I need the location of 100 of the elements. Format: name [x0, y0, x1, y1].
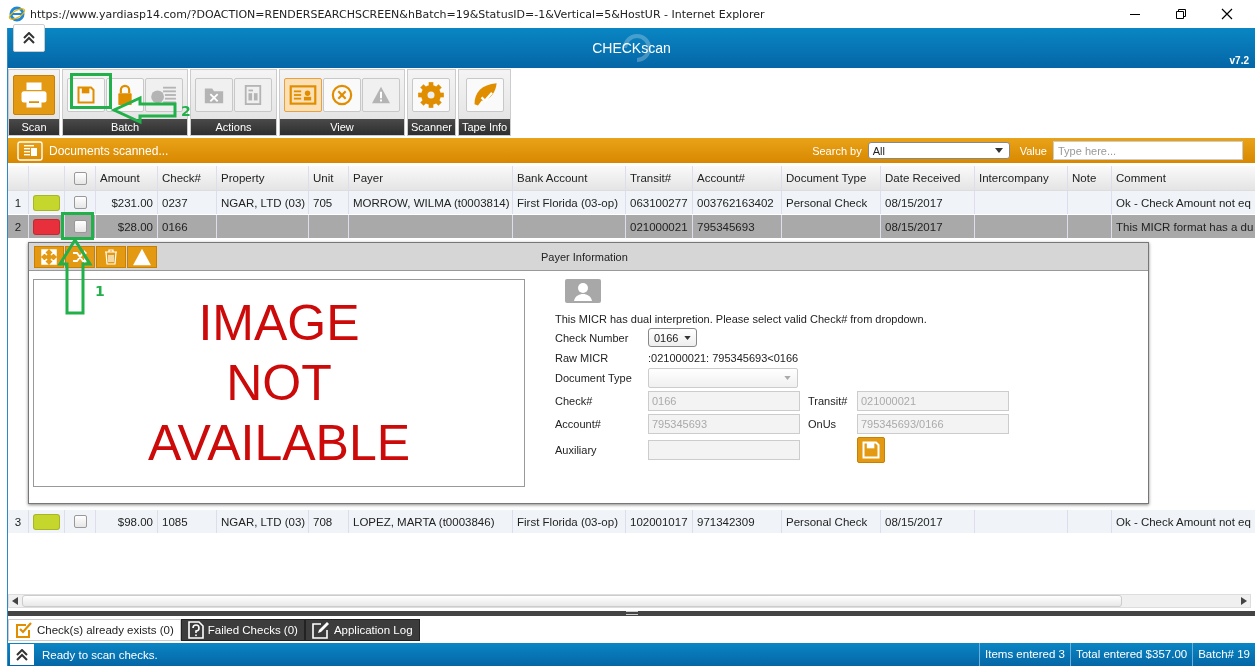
group-label: Scanner: [408, 119, 455, 135]
column-header[interactable]: Intercompany: [974, 166, 1067, 190]
group-label: Batch: [63, 119, 187, 135]
double-chevron-up-icon: [15, 648, 29, 661]
table-cell: Personal Check: [781, 191, 880, 214]
field-label: Account#: [555, 418, 602, 430]
collapse-button[interactable]: [13, 24, 45, 52]
table-cell: 003762163402: [692, 191, 781, 214]
warning-button[interactable]: [127, 245, 157, 268]
table-cell: LOPEZ, MARTA (t0003846): [348, 510, 512, 533]
column-header[interactable]: Note: [1067, 166, 1111, 190]
gear-button[interactable]: [412, 77, 451, 112]
leaf-button[interactable]: [465, 77, 504, 112]
bottom-tab[interactable]: Failed Checks (0): [180, 619, 305, 641]
annotation-number: 2: [181, 103, 191, 119]
gear-icon: [417, 80, 446, 109]
table-cell: First Florida (03-op): [512, 191, 625, 214]
status-item: Total entered $357.00: [1069, 643, 1193, 666]
table-row[interactable]: 1 $231.00 0237 NGAR, LTD (03) 705 MORROW, WILMA (t0003814) First Florida (03-op) 063100277 003762163402 Personal Check 08/15/2017 Ok - Check Amount not eq: [8, 191, 1255, 215]
column-header[interactable]: Unit: [308, 166, 348, 190]
annotation-number: 1: [95, 283, 105, 299]
table-cell: 021000021: [625, 215, 692, 238]
field-label: Check#: [555, 395, 594, 407]
field-label: OnUs: [807, 418, 838, 430]
check-number-dropdown[interactable]: 0166: [648, 328, 698, 347]
checkbox[interactable]: [73, 515, 87, 528]
close-icon[interactable]: [1221, 8, 1233, 20]
expand-icon: [41, 248, 57, 265]
delete-button[interactable]: [96, 245, 126, 268]
column-header[interactable]: Account#: [692, 166, 781, 190]
table-cell: $98.00: [95, 510, 157, 533]
splitter-grip-icon[interactable]: [625, 611, 638, 616]
x-circle-button[interactable]: [323, 77, 361, 112]
annotation-frame: [70, 73, 112, 109]
save-icon: [861, 440, 881, 460]
table-cell: Ok - Check Amount not eq: [1111, 191, 1255, 214]
search-by-dropdown[interactable]: All: [867, 142, 1010, 159]
checkbox[interactable]: [73, 196, 87, 209]
search-by-label: Search by: [812, 144, 862, 157]
column-header[interactable]: Check#: [157, 166, 216, 190]
table-cell: 0237: [157, 191, 216, 214]
column-header[interactable]: Transit#: [625, 166, 692, 190]
info-message: This MICR has dual interpretion. Please select valid Check# from dropdown.: [555, 313, 928, 325]
table-row[interactable]: 2 $28.00 0166 021000021 795345693 08/15/2017 This MICR format has a du: [8, 215, 1255, 239]
document-type-dropdown[interactable]: [648, 368, 798, 388]
table-row[interactable]: 3 $98.00 1085 NGAR, LTD (03) 708 LOPEZ, MARTA (t0003846) First Florida (03-op) 102001017 971342309 Personal Check 08/15/2017 Ok - Check Amount not eq: [8, 510, 1255, 534]
table-cell: First Florida (03-op): [512, 510, 625, 533]
column-header[interactable]: Date Received: [880, 166, 974, 190]
checkbox[interactable]: [73, 220, 87, 233]
column-header[interactable]: Bank Account: [512, 166, 625, 190]
checked-box-icon: [15, 621, 33, 639]
dropdown-arrow-icon: [784, 376, 791, 380]
edit-icon: [311, 621, 330, 639]
horizontal-scrollbar[interactable]: [8, 594, 1251, 608]
table-cell: 08/15/2017: [880, 510, 974, 533]
status-message: Ready to scan checks.: [41, 648, 158, 661]
bottom-tab[interactable]: Application Log: [304, 619, 420, 641]
table-cell: NGAR, LTD (03): [216, 191, 308, 214]
group-label: Actions: [191, 119, 276, 135]
warning-icon: [132, 247, 152, 266]
table-cell: 971342309: [692, 510, 781, 533]
bottom-tab[interactable]: Check(s) already exists (0): [8, 619, 181, 641]
table-cell: $231.00: [95, 191, 157, 214]
value-label: Value: [1019, 144, 1047, 157]
column-header[interactable]: Comment: [1111, 166, 1255, 190]
id-card-icon: [289, 84, 317, 105]
scroll-left-icon[interactable]: [12, 597, 18, 605]
table-cell: 705: [308, 191, 348, 214]
table-cell: 0166: [157, 215, 216, 238]
restore-icon[interactable]: [1175, 8, 1187, 20]
expand-button[interactable]: [10, 644, 34, 665]
printer-button[interactable]: [13, 74, 55, 115]
save-button[interactable]: [67, 77, 105, 112]
column-header[interactable]: Amount: [95, 166, 157, 190]
table-cell: 08/15/2017: [880, 191, 974, 214]
column-header[interactable]: Document Type: [781, 166, 880, 190]
documents-title: Documents scanned...: [49, 143, 169, 158]
table-cell: 08/15/2017: [880, 215, 974, 238]
column-header[interactable]: Payer: [348, 166, 512, 190]
document-icon: [243, 83, 263, 106]
image-unavailable-text: IMAGE NOT AVAILABLE: [147, 294, 411, 473]
column-header[interactable]: Property: [216, 166, 308, 190]
table-cell: MORROW, WILMA (t0003814): [348, 191, 512, 214]
documents-icon: [17, 140, 43, 161]
panel-title: Payer Information: [541, 250, 628, 263]
field-label: Document Type: [555, 372, 632, 384]
question-document-icon: [187, 621, 204, 639]
table-cell: 063100277: [625, 191, 692, 214]
table-cell: Ok - Check Amount not eq: [1111, 510, 1255, 533]
id-card-button[interactable]: [284, 77, 322, 112]
window-title: https://www.yardiasp14.com/?DOACTION=RENDERSEARCHSCREEN&hBatch=19&StatusID=-1&Vertical=5&HostUR - Internet Explorer: [30, 7, 765, 21]
group-label: Tape Info: [459, 119, 511, 135]
checkbox[interactable]: [73, 171, 87, 185]
value-field[interactable]: Type here...: [1053, 141, 1243, 160]
scroll-right-icon[interactable]: [1241, 597, 1247, 605]
double-chevron-up-icon: [22, 32, 36, 44]
row-number: 3: [13, 514, 23, 530]
save-button[interactable]: [857, 437, 885, 463]
table-cell: 795345693: [692, 215, 781, 238]
x-circle-icon: [331, 83, 353, 106]
